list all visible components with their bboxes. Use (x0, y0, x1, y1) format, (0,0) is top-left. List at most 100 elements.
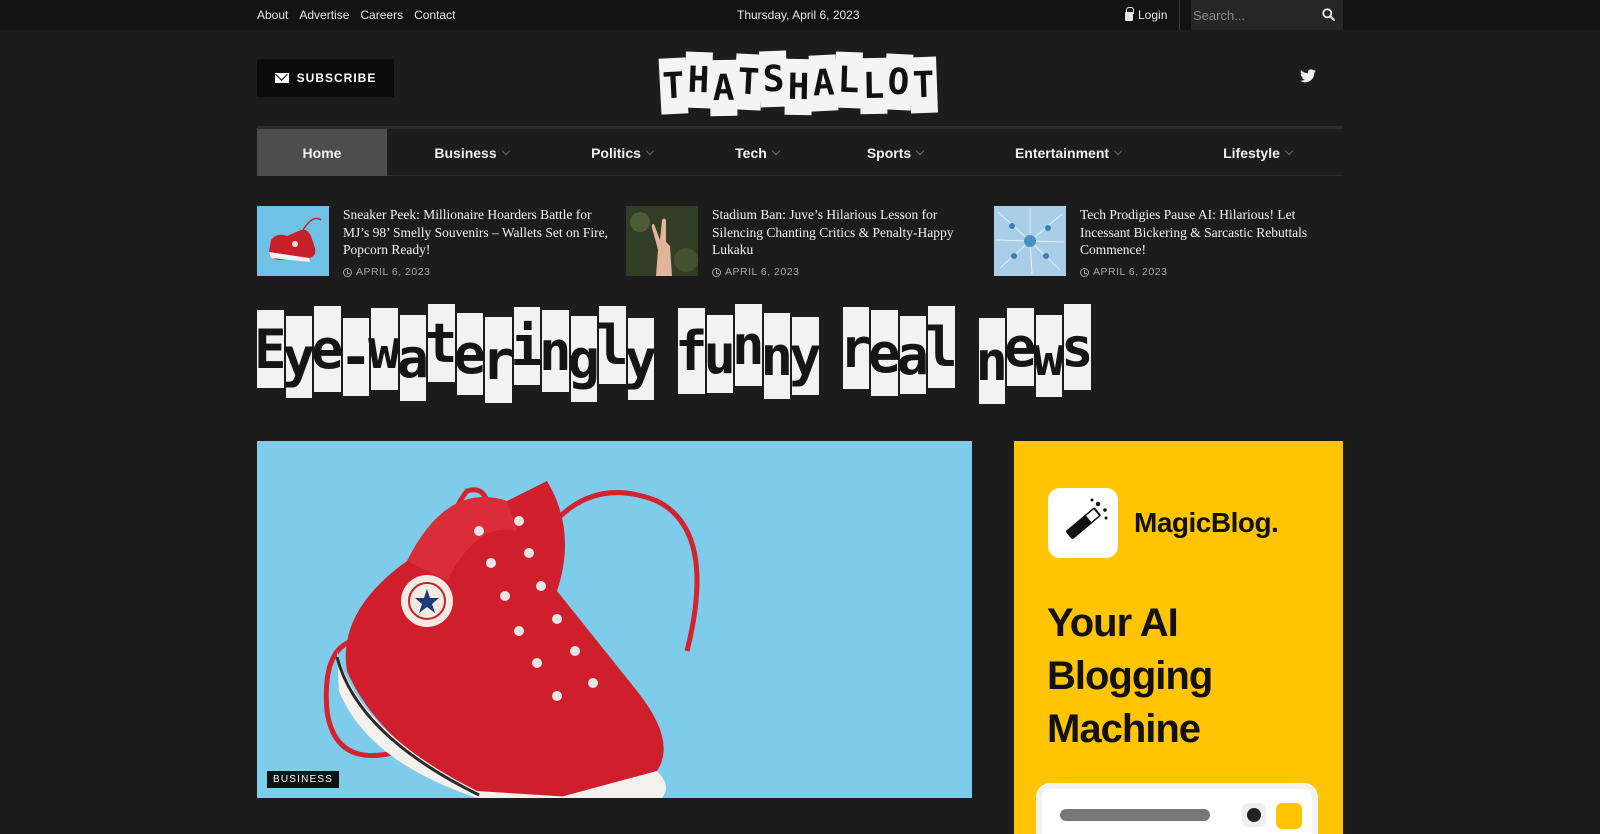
nav-label: Politics (591, 144, 641, 161)
article-title[interactable]: Tech Prodigies Pause AI: Hilarious! Let … (1080, 206, 1348, 259)
nav-label: Lifestyle (1223, 144, 1280, 161)
top-link-contact[interactable]: Contact (414, 8, 455, 22)
tagline-word: news (976, 304, 1094, 404)
tagline-letter: r (482, 317, 515, 403)
top-link-about[interactable]: About (257, 8, 288, 22)
tagline-letter: a (897, 316, 929, 394)
tagline-letter: f (675, 308, 708, 394)
chevron-down-icon (1284, 146, 1294, 156)
logo-text: THATSHALLOT (660, 38, 661, 39)
chevron-down-icon (645, 146, 655, 156)
article-thumbnail[interactable] (626, 206, 698, 276)
tagline-letter: u (704, 315, 736, 393)
subscribe-label: SUBSCRIBE (296, 71, 377, 85)
hero-article-image[interactable]: BUSINESS (257, 441, 972, 798)
article-title[interactable]: Stadium Ban: Juve’s Hilarious Lesson for… (712, 206, 980, 259)
trending-article[interactable]: Tech Prodigies Pause AI: Hilarious! Let … (994, 206, 1354, 282)
tagline-letter: e (868, 310, 901, 396)
nav-label: Tech (735, 144, 767, 161)
envelope-icon (274, 73, 289, 83)
article-title[interactable]: Sneaker Peek: Millionaire Hoarders Battl… (343, 206, 611, 259)
divider (1179, 0, 1180, 30)
main-nav: Home Business Politics Tech Sports Enter… (257, 126, 1343, 176)
chevron-down-icon (501, 146, 510, 156)
tagline-word: funny (675, 304, 822, 402)
tagline-letter: l (925, 306, 958, 388)
tagline-letter: - (340, 318, 372, 396)
nav-tech[interactable]: Tech (688, 129, 826, 176)
tagline-letter: y (625, 318, 657, 400)
chevron-down-icon (1242, 803, 1266, 827)
ad-brand: MagicBlog. (1134, 507, 1279, 538)
clock-icon (343, 267, 352, 277)
tagline-letter: i (511, 307, 543, 385)
nav-label: Sports (866, 144, 912, 161)
search-input[interactable] (1191, 0, 1316, 30)
tagline-letter: r (840, 307, 872, 389)
twitter-icon[interactable] (1300, 69, 1316, 83)
tagline-letter: e (311, 306, 344, 392)
tagline-text: Eye-wateringly funny real news (257, 300, 258, 301)
article-date: APRIL 6, 2023 (712, 266, 799, 278)
clock-icon (1080, 267, 1089, 277)
ad-headline: Your AI Blogging Machine (1047, 601, 1213, 751)
magic-wand-icon (1276, 803, 1302, 829)
tagline-letter: w (368, 308, 401, 390)
logo-letter: T (909, 56, 938, 114)
subscribe-button[interactable]: SUBSCRIBE (257, 59, 394, 97)
tagline-letter: s (1061, 304, 1094, 390)
tagline-banner: Eye-wateringlyfunnyrealnewsEye-wateringl… (254, 300, 1343, 415)
magicblog-ad[interactable]: MagicBlog. Your AI Blogging Machine (1014, 441, 1343, 834)
trending-article[interactable]: Sneaker Peek: Millionaire Hoarders Battl… (257, 206, 617, 282)
nav-politics[interactable]: Politics (556, 129, 688, 176)
tagline-letter: e (1004, 308, 1037, 386)
tagline-letter: y (283, 316, 315, 398)
lock-icon (1125, 6, 1134, 21)
trending-article[interactable]: Stadium Ban: Juve’s Hilarious Lesson for… (626, 206, 986, 282)
article-date-text: APRIL 6, 2023 (1093, 266, 1168, 278)
article-thumbnail[interactable] (257, 206, 329, 276)
tagline-letter: y (789, 317, 822, 395)
top-link-careers[interactable]: Careers (360, 8, 403, 22)
tagline-letter: t (425, 304, 458, 382)
tagline-word: Eye-wateringly (254, 304, 657, 403)
search-box (1191, 0, 1343, 30)
nav-entertainment[interactable]: Entertainment (964, 129, 1172, 176)
magic-wand-icon (1048, 488, 1118, 558)
chevron-down-icon (1113, 146, 1123, 156)
tagline-letter: n (976, 318, 1008, 404)
tagline-letter: n (732, 304, 765, 386)
nav-lifestyle[interactable]: Lifestyle (1172, 129, 1343, 176)
article-date-text: APRIL 6, 2023 (356, 266, 431, 278)
tagline-letter: n (539, 310, 572, 392)
nav-home[interactable]: Home (257, 129, 387, 176)
nav-label: Home (302, 144, 342, 161)
tagline-word: real (840, 306, 958, 402)
clock-icon (712, 267, 721, 277)
article-date: APRIL 6, 2023 (343, 266, 430, 278)
category-badge[interactable]: BUSINESS (267, 771, 340, 788)
current-date: Thursday, April 6, 2023 (737, 8, 860, 22)
top-link-advertise[interactable]: Advertise (299, 8, 349, 22)
chevron-down-icon (915, 146, 925, 156)
login-link[interactable]: Login (1125, 6, 1168, 22)
article-thumbnail[interactable] (994, 206, 1066, 276)
tagline-letter: l (596, 306, 629, 384)
ad-preview-card (1036, 783, 1318, 834)
top-nav: About Advertise Careers Contact (257, 8, 455, 22)
text-bar (1060, 809, 1210, 821)
nav-business[interactable]: Business (387, 129, 556, 176)
tagline-letter: w (1033, 315, 1065, 397)
search-icon[interactable] (1322, 8, 1335, 21)
article-date: APRIL 6, 2023 (1080, 266, 1167, 278)
nav-sports[interactable]: Sports (826, 129, 964, 176)
logo-letter: S (759, 50, 788, 108)
tagline-letter: n (761, 313, 793, 399)
site-logo[interactable]: THATSHALLOTTHATSHALLOT (658, 38, 940, 120)
login-label: Login (1138, 8, 1168, 22)
tagline-letter: g (568, 316, 600, 402)
tagline-letter: e (454, 313, 486, 395)
article-date-text: APRIL 6, 2023 (725, 266, 800, 278)
nav-label: Business (434, 144, 497, 161)
tagline-letter: E (254, 310, 287, 388)
